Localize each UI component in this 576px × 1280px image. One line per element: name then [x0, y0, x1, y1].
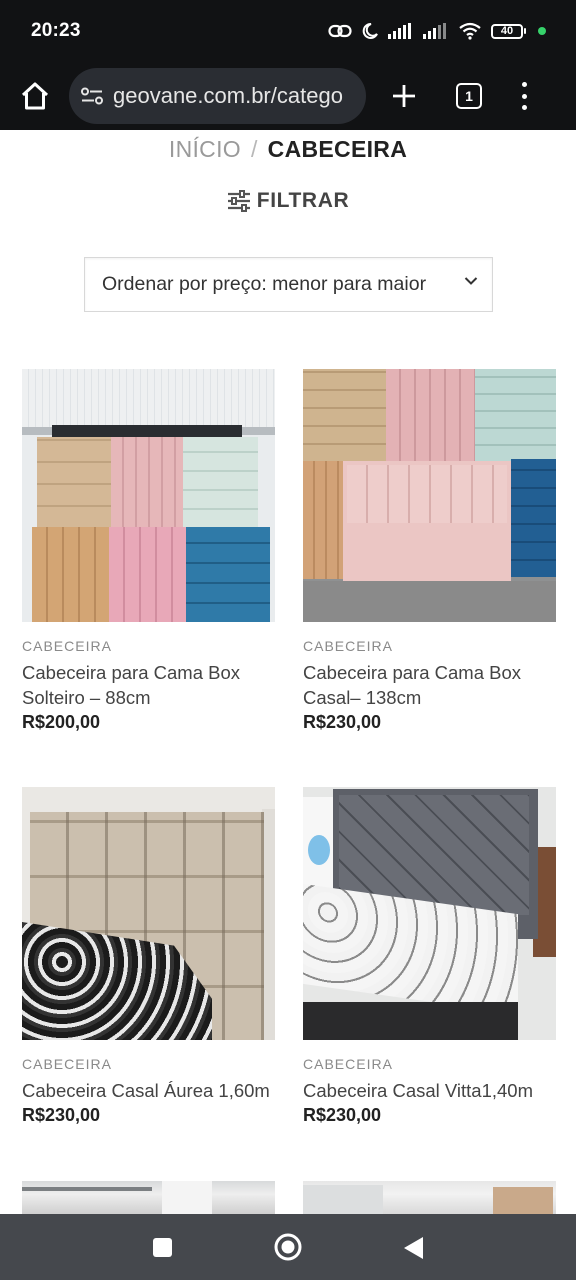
product-card[interactable]: CABECEIRA Cabeceira Casal Vitta1,40m R$2… — [303, 787, 556, 1126]
moon-icon — [362, 22, 378, 39]
breadcrumb-current: CABECEIRA — [267, 136, 408, 162]
breadcrumb-separator: / — [250, 136, 258, 162]
breadcrumb: INÍCIO / CABECEIRA — [0, 136, 576, 163]
status-time: 20:23 — [31, 20, 81, 41]
signal-icon — [388, 23, 411, 39]
product-image[interactable] — [22, 1181, 275, 1214]
product-card[interactable]: CABECEIRA Cabeceira Casal Áurea 1,60m R$… — [22, 787, 275, 1126]
address-bar[interactable]: geovane.com.br/catego — [69, 68, 366, 124]
product-card[interactable]: CABECEIRA Cabeceira para Cama Box Soltei… — [22, 369, 275, 733]
product-price: R$200,00 — [22, 712, 101, 732]
wifi-icon — [459, 22, 481, 40]
product-category[interactable]: CABECEIRA — [303, 1056, 556, 1072]
site-settings-icon[interactable] — [81, 87, 103, 105]
product-image[interactable] — [303, 1181, 556, 1214]
product-image[interactable] — [22, 787, 275, 1040]
battery-icon: 40 — [491, 23, 526, 39]
product-category[interactable]: CABECEIRA — [303, 638, 556, 654]
product-category[interactable]: CABECEIRA — [22, 638, 275, 654]
product-title[interactable]: Cabeceira Casal Áurea 1,60m — [22, 1078, 275, 1103]
product-image[interactable] — [303, 369, 556, 622]
product-title[interactable]: Cabeceira Casal Vitta1,40m — [303, 1078, 556, 1103]
tabs-button[interactable]: 1 — [456, 83, 482, 109]
plus-icon — [393, 85, 415, 107]
battery-level: 40 — [491, 23, 523, 39]
home-icon — [21, 82, 49, 110]
home-nav-icon[interactable] — [274, 1233, 302, 1261]
sort-select[interactable]: Ordenar por preço: menor para maior — [84, 257, 493, 312]
browser-toolbar: geovane.com.br/catego 1 — [0, 62, 576, 130]
product-title[interactable]: Cabeceira para Cama Box Casal– 138cm — [303, 660, 556, 710]
recents-button[interactable] — [153, 1238, 172, 1257]
product-price: R$230,00 — [22, 1105, 101, 1125]
product-title[interactable]: Cabeceira para Cama Box Solteiro – 88cm — [22, 660, 275, 710]
status-bar: 20:23 40 — [0, 0, 576, 62]
product-price: R$230,00 — [303, 1105, 382, 1125]
chevron-down-icon — [464, 277, 478, 285]
privacy-indicator-dot — [538, 27, 546, 35]
signal-icon — [423, 23, 446, 39]
url-text: geovane.com.br/catego — [113, 83, 343, 108]
product-image[interactable] — [303, 787, 556, 1040]
breadcrumb-home-link[interactable]: INÍCIO — [169, 136, 241, 162]
product-category[interactable]: CABECEIRA — [22, 1056, 275, 1072]
product-price: R$230,00 — [303, 712, 382, 732]
back-icon[interactable] — [402, 1236, 424, 1260]
filter-sliders-icon — [227, 190, 250, 212]
new-tab-button[interactable] — [388, 80, 420, 112]
menu-icon[interactable] — [520, 82, 528, 110]
sort-selected-value: Ordenar por preço: menor para maior — [102, 273, 427, 295]
status-icons: 40 — [328, 22, 546, 40]
system-navigation-bar — [0, 1214, 576, 1280]
filter-label: FILTRAR — [256, 189, 350, 212]
product-image[interactable] — [22, 369, 275, 622]
home-button[interactable] — [18, 79, 52, 113]
link-icon — [328, 24, 352, 38]
product-card[interactable]: CABECEIRA Cabeceira para Cama Box Casal–… — [303, 369, 556, 733]
filter-button[interactable]: FILTRAR — [0, 189, 576, 213]
